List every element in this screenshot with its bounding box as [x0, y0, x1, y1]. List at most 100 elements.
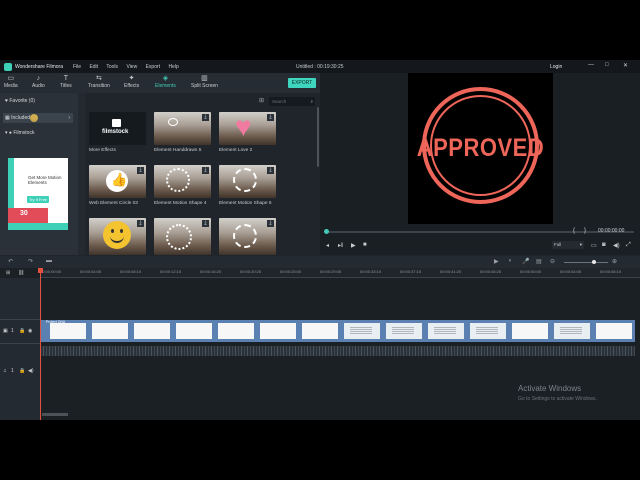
sidebar-collapse-strip[interactable] — [78, 93, 85, 255]
ruler-tick: 00:00:37:15 — [400, 269, 422, 274]
ruler-tick: 00:00:00:00 — [40, 269, 62, 274]
tab-elements[interactable]: ◈ Elements — [152, 75, 179, 94]
element-thumb-web-circle-03[interactable]: ⤓ 👍 — [89, 165, 146, 198]
lock-icon[interactable]: 🔒 — [19, 368, 25, 374]
mark-in-icon[interactable]: { — [573, 228, 575, 234]
app-name: Wondershare Filmora — [15, 63, 63, 70]
stop-icon[interactable]: ■ — [363, 242, 367, 248]
download-icon[interactable]: ⤓ — [202, 220, 209, 227]
delete-icon[interactable]: ▬ — [46, 258, 52, 264]
download-icon[interactable]: ⤓ — [267, 114, 274, 121]
try-it-free-button[interactable]: Try It Free — [27, 196, 49, 203]
element-thumb-smiley[interactable]: ⤓ — [89, 218, 146, 255]
grid-view-icon[interactable]: ⊞ — [259, 97, 264, 104]
menu-help[interactable]: Help — [168, 64, 178, 70]
ruler-tick: 00:00:54:05 — [560, 269, 582, 274]
timeline-ruler[interactable]: 00:00:00:00 00:00:04:05 00:00:08:10 00:0… — [40, 268, 640, 278]
activate-windows-subtitle: Go to Settings to activate Windows. — [518, 396, 597, 402]
clip-frame — [470, 323, 506, 339]
filmstock-promo-banner[interactable]: Get More Motion Elements Try It Free 30 — [8, 158, 68, 230]
search-icon[interactable]: ⌕ — [310, 97, 313, 106]
clip-frame — [176, 323, 212, 339]
download-icon[interactable]: ⤓ — [267, 220, 274, 227]
play-pause-icon[interactable]: ▸‖ — [338, 242, 344, 249]
chevron-down-icon: ▾ — [5, 130, 8, 136]
playhead[interactable] — [40, 268, 41, 420]
snapshot-icon[interactable]: ◙ — [602, 242, 606, 248]
quality-select[interactable]: Full ▾ — [552, 241, 584, 249]
add-track-icon[interactable]: ⊞ — [6, 270, 10, 276]
element-thumb-motion-shape-4[interactable]: ⤓ — [154, 165, 211, 198]
video-clip[interactable]: Project DNA_ — [40, 320, 635, 342]
marker-icon[interactable]: ◖ — [508, 258, 512, 264]
display-icon[interactable]: ▭ — [591, 242, 597, 249]
menu-tools[interactable]: Tools — [106, 64, 118, 70]
music-track-icon: ♫ — [3, 368, 7, 374]
text-icon: T — [63, 75, 69, 82]
element-thumb-handdrawn-5[interactable]: ⤓ — [154, 112, 211, 145]
preview-progress-bar[interactable] — [324, 229, 634, 234]
download-icon[interactable]: ⤓ — [202, 114, 209, 121]
audio-waveform[interactable] — [40, 346, 635, 356]
element-thumb-more-effects[interactable]: filmstock — [89, 112, 146, 145]
download-icon[interactable]: ⤓ — [202, 167, 209, 174]
volume-icon[interactable]: ◀) — [613, 242, 620, 249]
element-caption: More Effects — [89, 148, 116, 153]
export-button[interactable]: EXPORT — [288, 78, 316, 88]
mixer-icon[interactable]: ▤ — [536, 258, 542, 265]
effects-icon: ✦ — [128, 75, 135, 82]
link-icon[interactable]: ⛓ — [18, 270, 24, 276]
handdrawn-shape — [168, 118, 178, 126]
ruler-tick: 00:00:29:05 — [320, 269, 342, 274]
tab-split-screen[interactable]: ▥ Split Screen — [191, 75, 218, 89]
tab-audio[interactable]: ♪ Audio — [32, 75, 45, 89]
sidebar-item-filmstock[interactable]: ▾ ● Filmstock — [5, 130, 34, 136]
promo-headline: Get More Motion Elements — [28, 175, 62, 185]
tab-transition[interactable]: ⇆ Transition — [88, 75, 110, 89]
play-icon[interactable]: ▶ — [351, 242, 356, 249]
minimize-icon[interactable]: — — [588, 62, 594, 68]
lock-icon[interactable]: 🔒 — [19, 328, 25, 334]
video-track-header: ▣ 1 🔒 ◉ — [0, 319, 40, 344]
voiceover-icon[interactable]: 🎤 — [522, 258, 529, 265]
progress-knob[interactable] — [324, 229, 329, 234]
fullscreen-icon[interactable]: ⤢ — [626, 242, 631, 249]
timeline-scrollbar[interactable] — [42, 413, 68, 416]
menu-view[interactable]: View — [126, 64, 137, 70]
sidebar-item-included[interactable]: ▦ Included (9) › — [3, 113, 73, 123]
menu-file[interactable]: File — [73, 64, 81, 70]
element-thumb-photo[interactable]: ⤓ — [219, 218, 276, 255]
element-thumb-motion-shape-5[interactable]: ⤓ — [219, 165, 276, 198]
zoom-slider-knob[interactable] — [592, 260, 596, 264]
menu-edit[interactable]: Edit — [89, 64, 98, 70]
mark-out-icon[interactable]: } — [584, 228, 586, 234]
step-back-icon[interactable]: ◂ — [326, 242, 329, 249]
track-headers: ⊞ ⛓ ▣ 1 🔒 ◉ ♫ 1 🔒 ◀) — [0, 270, 40, 420]
login-button[interactable]: Login — [550, 64, 562, 70]
tab-media[interactable]: ▭ Media — [4, 75, 18, 89]
tab-titles[interactable]: T Titles — [60, 75, 72, 89]
download-icon[interactable]: ⤓ — [137, 167, 144, 174]
tab-effects[interactable]: ✦ Effects — [124, 75, 139, 89]
eye-icon[interactable]: ◉ — [28, 328, 32, 334]
download-icon[interactable]: ⤓ — [267, 167, 274, 174]
zoom-in-icon[interactable]: ⊕ — [612, 258, 617, 265]
ruler-tick: 00:00:08:10 — [120, 269, 142, 274]
library-scrollbar[interactable] — [317, 107, 319, 167]
element-thumb-love-2[interactable]: ⤓ ♥ — [219, 112, 276, 145]
search-input[interactable]: Search ⌕ — [269, 97, 315, 106]
close-icon[interactable]: ✕ — [623, 62, 628, 69]
category-sidebar: ♥ Favorite (0) ▦ Included (9) › ▾ ● Film… — [0, 93, 78, 255]
redo-icon[interactable]: ↷ — [28, 258, 33, 265]
sidebar-item-favorite[interactable]: ♥ Favorite (0) — [5, 98, 35, 104]
maximize-icon[interactable]: □ — [605, 62, 609, 68]
render-icon[interactable]: ▶ — [494, 258, 499, 265]
zoom-slider[interactable] — [564, 260, 608, 264]
element-thumb-burst[interactable]: ⤓ — [154, 218, 211, 255]
zoom-out-icon[interactable]: ⊖ — [550, 258, 555, 265]
download-icon[interactable]: ⤓ — [137, 220, 144, 227]
undo-icon[interactable]: ↶ — [8, 258, 13, 265]
speaker-icon[interactable]: ◀) — [28, 368, 34, 374]
menu-export[interactable]: Export — [146, 64, 160, 70]
menu-bar: File Edit Tools View Export Help — [73, 64, 186, 70]
